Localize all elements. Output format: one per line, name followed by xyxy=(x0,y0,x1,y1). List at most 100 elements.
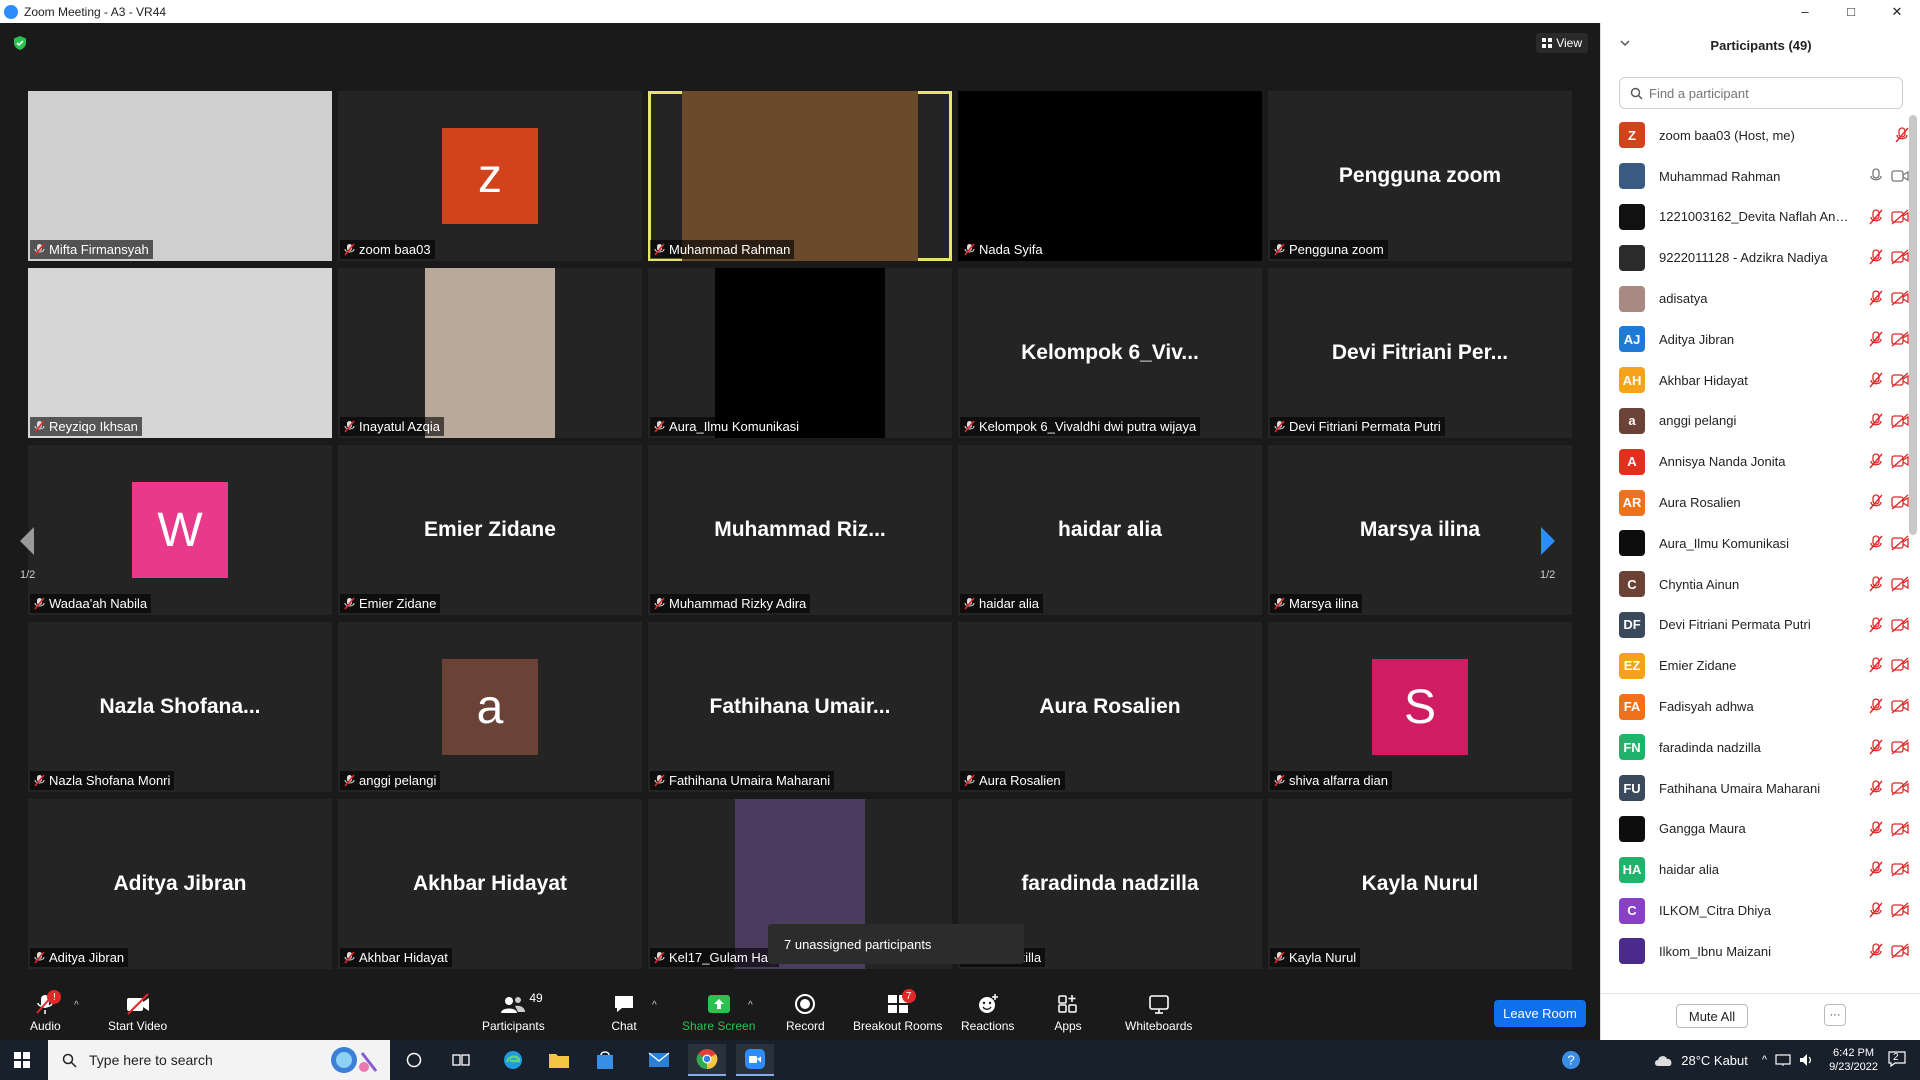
mic-icon[interactable] xyxy=(1869,168,1883,184)
taskbar-clock[interactable]: 6:42 PM 9/23/2022 xyxy=(1829,1046,1878,1074)
apps-button[interactable]: Apps xyxy=(1054,992,1082,1033)
edge-taskbar-icon[interactable] xyxy=(494,1044,532,1076)
cortana-icon[interactable] xyxy=(406,1052,422,1068)
video-off-icon[interactable] xyxy=(1891,617,1909,633)
participant-list-item[interactable]: AR Aura Rosalien xyxy=(1619,482,1909,523)
video-off-icon[interactable] xyxy=(1891,698,1909,714)
video-tile[interactable]: Pengguna zoom Pengguna zoom xyxy=(1268,91,1572,261)
record-button[interactable]: Record xyxy=(786,992,825,1033)
participant-list-item[interactable]: 1221003162_Devita Naflah Andini xyxy=(1619,197,1909,238)
video-off-icon[interactable] xyxy=(1891,290,1909,306)
video-off-icon[interactable] xyxy=(1891,821,1909,837)
tray-expand-caret-icon[interactable]: ^ xyxy=(1762,1054,1767,1066)
participant-list-item[interactable]: Zzoom baa03 (Host, me) xyxy=(1619,115,1909,156)
muted-mic-icon[interactable] xyxy=(1869,902,1883,918)
muted-mic-icon[interactable] xyxy=(1869,698,1883,714)
muted-mic-icon[interactable] xyxy=(1869,820,1883,837)
muted-mic-icon[interactable] xyxy=(1869,535,1883,551)
weather-text[interactable]: 28°C Kabut xyxy=(1681,1053,1748,1068)
participant-list-item[interactable]: AJ Aditya Jibran xyxy=(1619,319,1909,360)
reactions-button[interactable]: Reactions xyxy=(961,992,1014,1033)
video-camera-icon[interactable] xyxy=(1891,168,1909,184)
windows-start-icon[interactable] xyxy=(14,1052,30,1068)
audio-button[interactable]: ! Audio xyxy=(30,990,62,1033)
video-off-icon[interactable] xyxy=(1891,902,1909,918)
participant-list-item[interactable]: A Annisya Nanda Jonita xyxy=(1619,441,1909,482)
video-off-icon[interactable] xyxy=(1891,535,1909,551)
close-button[interactable]: ✕ xyxy=(1874,0,1920,23)
participant-list-item[interactable]: C ILKOM_Citra Dhiya xyxy=(1619,890,1909,931)
video-tile[interactable]: Muhammad Rahman xyxy=(648,91,952,261)
video-off-icon[interactable] xyxy=(1891,861,1909,877)
network-icon[interactable] xyxy=(1775,1053,1791,1067)
video-tile[interactable]: Fathihana Umair... Fathihana Umaira Mahar… xyxy=(648,622,952,792)
muted-mic-icon[interactable] xyxy=(1869,739,1883,755)
participant-list-item[interactable]: FN faradinda nadzilla xyxy=(1619,727,1909,768)
video-tile[interactable]: Devi Fitriani Per... Devi Fitriani Permat… xyxy=(1268,268,1572,438)
whiteboards-button[interactable]: Whiteboards xyxy=(1125,992,1192,1033)
more-options-button[interactable]: ··· xyxy=(1824,1004,1846,1026)
muted-mic-icon[interactable] xyxy=(1869,331,1883,347)
video-tile[interactable]: Inayatul Azqia xyxy=(338,268,642,438)
store-taskbar-icon[interactable] xyxy=(586,1044,624,1076)
chat-options-caret-icon[interactable]: ^ xyxy=(652,1000,657,1011)
video-tile[interactable]: Muhammad Riz... Muhammad Rizky Adira xyxy=(648,445,952,615)
video-off-icon[interactable] xyxy=(1891,372,1909,388)
muted-mic-icon[interactable] xyxy=(1869,616,1883,633)
muted-mic-icon[interactable] xyxy=(1869,453,1883,469)
start-video-button[interactable]: Start Video xyxy=(108,992,167,1033)
muted-mic-icon[interactable] xyxy=(1869,861,1883,877)
video-tile[interactable]: Kelompok 6_Viv... Kelompok 6_Vivaldhi dwi… xyxy=(958,268,1262,438)
video-tile[interactable]: Marsya ilina Marsya ilina xyxy=(1268,445,1572,615)
video-off-icon[interactable] xyxy=(1891,331,1909,347)
breakout-rooms-button[interactable]: 7 Breakout Rooms xyxy=(853,989,942,1033)
participant-list-item[interactable]: HA haidar alia xyxy=(1619,849,1909,890)
unassigned-participants-popup[interactable]: 7 unassigned participants xyxy=(768,924,1024,964)
muted-mic-icon[interactable] xyxy=(1869,290,1883,306)
mail-taskbar-icon[interactable] xyxy=(640,1044,678,1076)
video-off-icon[interactable] xyxy=(1891,657,1909,673)
muted-mic-icon[interactable] xyxy=(1869,657,1883,673)
video-off-icon[interactable] xyxy=(1891,739,1909,755)
participant-list-item[interactable]: FA Fadisyah adhwa xyxy=(1619,686,1909,727)
zoom-taskbar-icon[interactable] xyxy=(736,1044,774,1076)
muted-mic-icon[interactable] xyxy=(1869,372,1883,388)
muted-mic-icon[interactable] xyxy=(1869,249,1883,265)
mute-all-button[interactable]: Mute All xyxy=(1676,1004,1748,1028)
video-off-icon[interactable] xyxy=(1891,413,1909,429)
video-tile[interactable]: Sshiva alfarra dian xyxy=(1268,622,1572,792)
chevron-down-icon[interactable] xyxy=(1619,37,1631,49)
muted-mic-icon[interactable] xyxy=(1869,494,1883,510)
share-screen-button[interactable]: Share Screen xyxy=(682,992,755,1033)
participant-list-item[interactable]: Muhammad Rahman xyxy=(1619,156,1909,197)
notification-center-button[interactable]: 2 xyxy=(1888,1050,1906,1070)
participant-search-input[interactable] xyxy=(1649,85,1889,101)
leave-room-button[interactable]: Leave Room xyxy=(1494,1000,1586,1027)
video-tile[interactable]: Kayla Nurul Kayla Nurul xyxy=(1268,799,1572,969)
participant-list-item[interactable]: adisatya xyxy=(1619,278,1909,319)
participant-list-item[interactable]: AH Akhbar Hidayat xyxy=(1619,360,1909,401)
previous-page-arrow-icon[interactable] xyxy=(14,521,42,561)
participant-list-item[interactable]: Aura_Ilmu Komunikasi xyxy=(1619,523,1909,564)
taskbar-search-box[interactable]: Type here to search xyxy=(48,1040,390,1080)
muted-mic-icon[interactable] xyxy=(1869,943,1883,959)
view-button[interactable]: View xyxy=(1536,33,1588,53)
muted-mic-icon[interactable] xyxy=(1869,576,1883,592)
shield-icon[interactable] xyxy=(12,35,28,51)
chrome-taskbar-icon[interactable] xyxy=(688,1044,726,1076)
video-off-icon[interactable] xyxy=(1891,576,1909,592)
participant-list-item[interactable]: Ilkom_Ibnu Maizani xyxy=(1619,931,1909,972)
file-explorer-taskbar-icon[interactable] xyxy=(540,1044,578,1076)
video-off-icon[interactable] xyxy=(1891,494,1909,510)
audio-options-caret-icon[interactable]: ^ xyxy=(74,1000,79,1011)
minimize-button[interactable]: – xyxy=(1782,0,1828,23)
participants-button[interactable]: 49 Participants xyxy=(482,991,545,1033)
share-options-caret-icon[interactable]: ^ xyxy=(748,1000,753,1011)
participant-list-item[interactable]: EZ Emier Zidane xyxy=(1619,645,1909,686)
participant-list-item[interactable]: DF Devi Fitriani Permata Putri xyxy=(1619,605,1909,646)
video-tile[interactable]: haidar alia haidar alia xyxy=(958,445,1262,615)
video-tile[interactable]: Nazla Shofana... Nazla Shofana Monri xyxy=(28,622,332,792)
video-tile[interactable]: Aditya Jibran Aditya Jibran xyxy=(28,799,332,969)
participant-list-scrollbar[interactable] xyxy=(1909,115,1917,535)
video-off-icon[interactable] xyxy=(1891,453,1909,469)
